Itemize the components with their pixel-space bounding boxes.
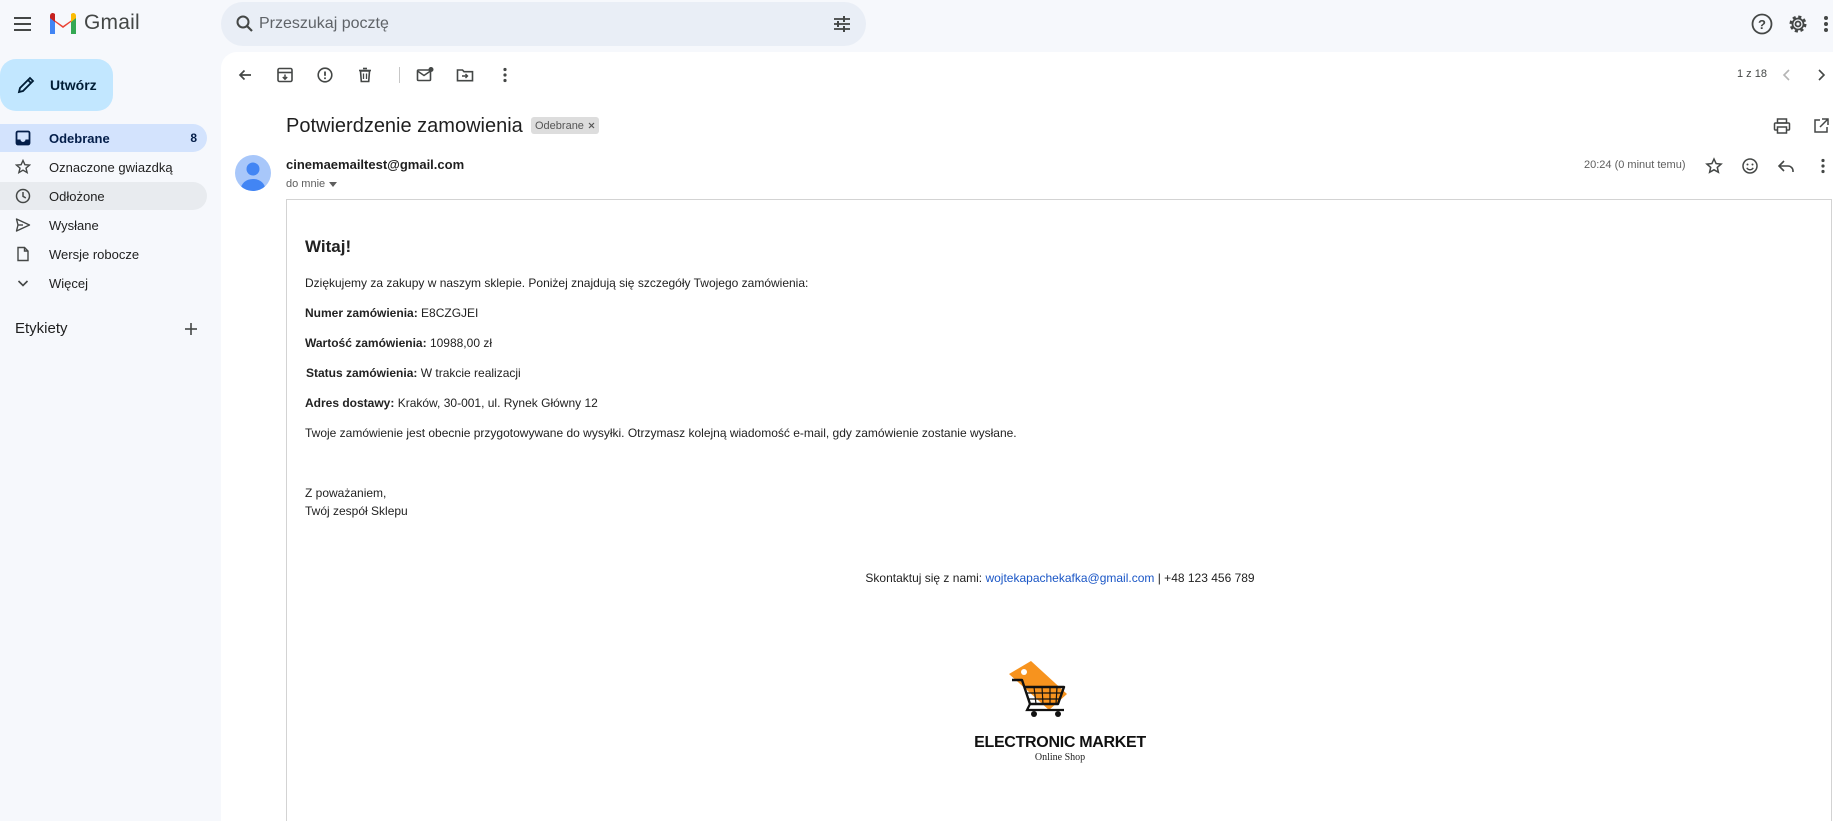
sidebar-item-sent[interactable]: Wysłane [0,211,207,239]
print-icon[interactable] [1772,116,1792,136]
order-value-amount: 10988,00 zł [429,336,492,350]
mark-unread-icon[interactable] [415,65,435,85]
add-label-plus-icon[interactable] [182,320,200,338]
order-value-line: Wartość zamówienia: 10988,00 zł [305,336,492,350]
inbox-icon [15,130,31,146]
pencil-icon [17,76,35,94]
sidebar-item-more[interactable]: Więcej [0,269,207,297]
delivery-address-label: Adres dostawy: [305,396,395,410]
back-arrow-icon[interactable] [235,65,255,85]
toolbar-divider [399,67,400,83]
search-bar [221,2,866,46]
chevron-down-icon [17,280,29,287]
sender-avatar[interactable] [235,155,271,191]
move-to-folder-icon[interactable] [455,65,475,85]
order-number-label: Numer zamówienia: [305,306,418,320]
shipping-note: Twoje zamówienie jest obecnie przygotowy… [305,426,1017,440]
main-menu-icon[interactable] [10,12,34,36]
order-status-value: W trakcie realizacji [420,366,521,380]
contact-prefix: Skontaktuj się z nami: [865,571,983,585]
pagination-count: 1 z 18 [1737,68,1767,80]
clock-icon [15,188,31,204]
recipient-details[interactable]: do mnie [286,178,338,190]
contact-line: Skontaktuj się z nami: wojtekapachekafka… [287,571,1833,585]
recipient-label: do mnie [286,178,326,190]
label-chip[interactable]: Odebrane [531,117,599,134]
delivery-address-line: Adres dostawy: Kraków, 30-001, ul. Rynek… [305,396,598,410]
remove-label-close-icon[interactable] [588,122,595,129]
sidebar-item-label: Więcej [49,275,89,291]
closing-text: Z poważaniem, [305,486,387,500]
search-icon[interactable] [235,14,255,34]
inbox-unread-count: 8 [190,131,197,145]
signature-text: Twój zespół Sklepu [305,504,408,518]
shop-name: ELECTRONIC MARKET [974,734,1146,751]
compose-button[interactable]: Utwórz [0,59,113,111]
top-bar: Gmail ? [0,0,1833,48]
open-in-new-window-icon[interactable] [1811,116,1831,136]
order-status-label: Status zamówienia: [306,366,418,380]
emoji-reaction-icon[interactable] [1740,156,1760,176]
more-actions-icon[interactable] [1813,156,1833,176]
email-subject: Potwierdzenie zamowienia [286,115,523,137]
message-timestamp: 20:24 (0 minut temu) [1584,159,1686,171]
apps-icon[interactable] [1820,12,1832,36]
sidebar-item-label: Odebrane [49,130,110,146]
star-icon[interactable] [1704,156,1724,176]
star-icon [15,159,31,175]
person-avatar-icon [240,162,266,191]
labels-heading: Etykiety [15,320,68,337]
chevron-left-icon[interactable] [1777,65,1797,85]
help-icon[interactable]: ? [1750,12,1774,36]
sidebar-nav: Odebrane 8 Oznaczone gwiazdką Odłożone W… [0,124,207,298]
reply-icon[interactable] [1776,156,1796,176]
send-icon [15,218,31,232]
caret-down-icon [329,181,338,187]
order-status-line: Status zamówienia: W trakcie realizacji [306,366,521,380]
sidebar-item-starred[interactable]: Oznaczone gwiazdką [0,153,207,181]
gmail-m-icon [50,12,76,34]
compose-label: Utwórz [50,77,97,93]
contact-email-link[interactable]: wojtekapachekafka@gmail.com [985,571,1154,585]
settings-gear-icon[interactable] [1786,12,1810,36]
app-name: Gmail [84,11,140,34]
greeting-heading: Witaj! [305,237,352,256]
sidebar-item-inbox[interactable]: Odebrane 8 [0,124,207,152]
shop-tagline: Online Shop [1034,752,1086,763]
archive-icon[interactable] [275,65,295,85]
sidebar-item-drafts[interactable]: Wersje robocze [0,240,207,268]
sidebar-item-snoozed[interactable]: Odłożone [0,182,207,210]
labels-section-header: Etykiety [15,320,200,340]
chevron-right-icon[interactable] [1811,65,1831,85]
order-number-value: E8CZGJEI [421,306,479,320]
search-input[interactable] [259,12,779,36]
sidebar-item-label: Wysłane [49,217,99,233]
report-spam-icon[interactable] [315,65,335,85]
contact-phone: | +48 123 456 789 [1157,571,1255,585]
more-options-icon[interactable] [495,65,515,85]
email-body: Witaj! Dziękujemy za zakupy w naszym skl… [286,199,1832,821]
delivery-address-value: Kraków, 30-001, ul. Rynek Główny 12 [397,396,598,410]
sidebar-item-label: Wersje robocze [49,246,140,262]
svg-text:?: ? [1758,17,1766,32]
search-options-icon[interactable] [832,14,852,34]
order-number-line: Numer zamówienia: E8CZGJEI [305,306,478,320]
sidebar-item-label: Oznaczone gwiazdką [49,159,173,175]
intro-text: Dziękujemy za zakupy w naszym sklepie. P… [305,276,809,290]
message-view: 1 z 18 Potwierdzenie zamowienia Odebrane… [221,52,1833,821]
sidebar-item-label: Odłożone [49,188,105,204]
sender-email[interactable]: cinemaemailtest@gmail.com [286,157,464,172]
draft-file-icon [17,246,29,262]
label-chip-text: Odebrane [535,119,584,132]
gmail-logo[interactable]: Gmail [48,11,140,35]
delete-trash-icon[interactable] [355,65,375,85]
order-value-label: Wartość zamówienia: [305,336,427,350]
